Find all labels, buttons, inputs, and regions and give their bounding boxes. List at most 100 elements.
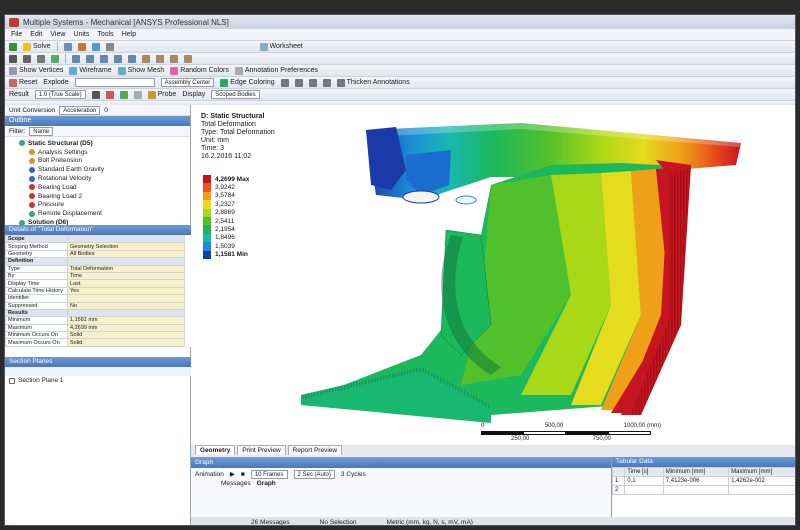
check-icon[interactable] xyxy=(9,42,17,51)
worksheet-button[interactable]: Worksheet xyxy=(259,42,303,51)
probe-icon xyxy=(147,90,156,99)
edge-display-icon[interactable] xyxy=(105,90,114,99)
rotate-icon[interactable] xyxy=(72,54,80,63)
legend-entry: 2,8869 xyxy=(203,208,249,217)
zoom-fit-icon[interactable] xyxy=(128,54,136,63)
details-row[interactable]: Minimum Occurs On Solid xyxy=(5,331,185,340)
filter-dropdown[interactable]: Name xyxy=(29,126,54,136)
unit-type-dropdown[interactable]: Acceleration xyxy=(59,105,101,115)
contour-style-icon[interactable] xyxy=(91,90,100,99)
vector-icon[interactable] xyxy=(119,90,128,99)
menu-units[interactable]: Units xyxy=(73,31,89,38)
details-row[interactable]: Calculate Time History Yes xyxy=(5,286,185,296)
result-scale-dropdown[interactable]: 1.0 (True Scale) xyxy=(34,90,86,99)
details-row[interactable]: Identifier xyxy=(5,294,185,303)
select-point-icon[interactable] xyxy=(9,54,17,63)
details-row[interactable]: Maximum 4,2699 mm xyxy=(5,323,185,333)
pan-icon[interactable] xyxy=(86,54,94,63)
edge-style-icon[interactable] xyxy=(322,78,331,87)
tab-messages[interactable]: Messages xyxy=(221,480,251,487)
select-body-icon[interactable] xyxy=(51,54,59,63)
reset-button[interactable]: Reset xyxy=(9,78,37,87)
details-row[interactable]: By Time xyxy=(5,271,185,281)
assembly-center-dropdown[interactable]: Assembly Center xyxy=(160,78,215,87)
explode-slider[interactable] xyxy=(74,78,155,87)
isometric-icon[interactable] xyxy=(184,54,192,63)
tabular-column-header: Time [s] xyxy=(624,467,664,477)
max-icon[interactable] xyxy=(133,90,142,99)
next-view-icon[interactable] xyxy=(170,54,178,63)
tree-item[interactable]: Bearing Load xyxy=(9,183,190,192)
details-row[interactable]: Display Time Last xyxy=(5,279,185,288)
wireframe-button[interactable]: Wireframe xyxy=(69,66,112,75)
view-tabs: Geometry Print Preview Report Preview xyxy=(191,445,795,455)
section-planes-toolbar xyxy=(5,367,191,376)
graphics-viewport[interactable]: D: Static Structural Total Deformation T… xyxy=(191,105,795,445)
display-toolbar: Show Vertices Wireframe Show Mesh Random… xyxy=(5,65,795,77)
tree-item[interactable]: Pressure xyxy=(9,201,190,210)
show-mesh-button[interactable]: Show Mesh xyxy=(117,66,164,75)
select-edge-icon[interactable] xyxy=(37,54,45,63)
table-row[interactable]: 2 xyxy=(611,485,795,495)
edge-style-icon[interactable] xyxy=(294,78,303,87)
play-icon[interactable]: ▶ xyxy=(230,470,235,478)
tree-node-icon xyxy=(29,210,35,217)
details-row[interactable]: Scoping Method Geometry Selection xyxy=(5,242,185,251)
solve-button[interactable]: Solve xyxy=(23,42,51,51)
frames-dropdown[interactable]: 10 Frames xyxy=(250,469,288,479)
magnifier-icon[interactable] xyxy=(142,54,150,63)
details-key: Definition xyxy=(5,257,68,266)
details-key: Identifier xyxy=(5,294,68,303)
menu-view[interactable]: View xyxy=(50,31,65,38)
tabular-cell xyxy=(624,485,664,495)
duration-dropdown[interactable]: 2 Sec (Auto) xyxy=(293,469,335,479)
checkbox-icon[interactable] xyxy=(9,377,15,384)
menu-tools[interactable]: Tools xyxy=(97,31,113,38)
edge-style-icon[interactable] xyxy=(280,78,289,87)
annotation-preferences-button[interactable]: Annotation Preferences xyxy=(234,66,318,75)
menu-edit[interactable]: Edit xyxy=(30,31,42,38)
tree-item-label: Remote Displacement xyxy=(38,210,102,218)
details-row[interactable]: Suppressed No xyxy=(5,301,185,310)
probe-button[interactable]: Probe xyxy=(147,90,176,99)
tab-geometry[interactable]: Geometry xyxy=(195,445,236,455)
tree-item[interactable]: Standard Earth Gravity xyxy=(9,165,190,174)
display-dropdown[interactable]: Scoped Bodies xyxy=(211,90,260,99)
details-row[interactable]: Type Total Deformation xyxy=(5,264,185,273)
info-unit: Unit: mm xyxy=(201,137,229,144)
menu-file[interactable]: File xyxy=(11,31,22,38)
zoom-icon[interactable] xyxy=(100,54,108,63)
zoom-box-icon[interactable] xyxy=(114,54,122,63)
details-row[interactable]: Geometry All Bodies xyxy=(5,249,185,259)
legend-label: 1,8496 xyxy=(215,234,235,242)
messages-count[interactable]: 26 Messages xyxy=(251,519,290,526)
previous-view-icon[interactable] xyxy=(156,54,164,63)
thicken-annotations-button[interactable]: Thicken Annotations xyxy=(336,78,410,87)
tab-report-preview[interactable]: Report Preview xyxy=(287,445,343,455)
table-row[interactable]: 1 0,1 7,4123e-006 1,4262e-002 xyxy=(611,476,795,486)
edge-coloring-button[interactable]: Edge Coloring xyxy=(220,78,275,87)
tab-graph[interactable]: Graph xyxy=(257,480,276,487)
section-plane-item[interactable]: Section Plane 1 xyxy=(5,376,191,385)
reset-icon xyxy=(9,78,17,87)
tab-print-preview[interactable]: Print Preview xyxy=(237,445,286,455)
tree-item[interactable]: Static Structural (D5) xyxy=(9,139,190,148)
image-icon[interactable] xyxy=(91,42,100,51)
tree-item[interactable]: Analysis Settings xyxy=(9,148,190,157)
tree-item[interactable]: Remote Displacement xyxy=(9,209,190,218)
random-colors-button[interactable]: Random Colors xyxy=(170,66,229,75)
tree-item[interactable]: Bolt Pretension xyxy=(9,157,190,166)
details-row[interactable]: Maximum Occurs On Solid xyxy=(5,338,185,347)
menu-help[interactable]: Help xyxy=(122,31,136,38)
edge-coloring-icon xyxy=(220,78,229,87)
tree-item[interactable]: Bearing Load 2 xyxy=(9,192,190,201)
stop-icon[interactable]: ■ xyxy=(241,471,245,478)
new-analysis-icon[interactable] xyxy=(63,42,72,51)
comment-icon[interactable] xyxy=(77,42,86,51)
edge-style-icon[interactable] xyxy=(308,78,317,87)
tree-item[interactable]: Rotational Velocity xyxy=(9,174,190,183)
select-face-icon[interactable] xyxy=(23,54,31,63)
print-icon[interactable] xyxy=(105,42,114,51)
show-vertices-button[interactable]: Show Vertices xyxy=(9,66,63,75)
details-row[interactable]: Minimum 1,1581 mm xyxy=(5,316,185,325)
